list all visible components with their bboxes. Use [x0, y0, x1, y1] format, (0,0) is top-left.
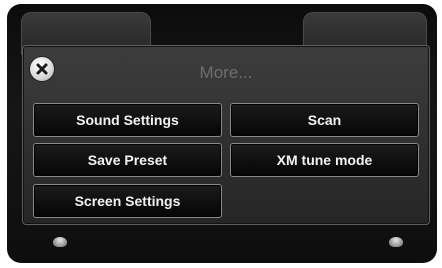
screen-settings-button[interactable]: Screen Settings — [33, 184, 222, 218]
xm-tune-mode-button[interactable]: XM tune mode — [230, 143, 419, 177]
scan-button[interactable]: Scan — [230, 103, 419, 137]
more-popup: More... Sound Settings Scan Save Preset … — [22, 45, 430, 225]
sound-settings-button[interactable]: Sound Settings — [33, 103, 222, 137]
display-screen: More... Sound Settings Scan Save Preset … — [7, 4, 437, 263]
popup-title: More... — [199, 63, 253, 82]
left-knob-indicator — [53, 237, 67, 247]
save-preset-button[interactable]: Save Preset — [33, 143, 222, 177]
right-knob-indicator — [389, 237, 403, 247]
